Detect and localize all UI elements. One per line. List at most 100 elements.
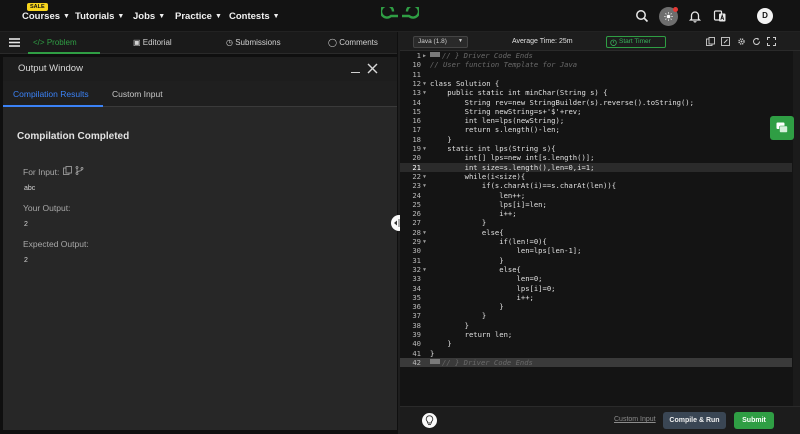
- line-number: 13: [412, 88, 421, 98]
- code-line[interactable]: 23 ▼ if(s.charAt(i)==s.charAt(len)){: [400, 181, 792, 190]
- code-line[interactable]: 26 i++;: [400, 209, 792, 218]
- line-number: 24: [412, 190, 421, 200]
- tab-problem[interactable]: </> Problem: [33, 38, 77, 47]
- code-line[interactable]: 39 return len;: [400, 330, 792, 339]
- code-line[interactable]: 30 len=lps[len-1];: [400, 246, 792, 255]
- line-number: 26: [412, 209, 421, 219]
- reset-icon[interactable]: [752, 37, 761, 46]
- nav-contests-label: Contests: [229, 11, 270, 22]
- line-number: 34: [412, 283, 421, 293]
- code-line[interactable]: 40 }: [400, 339, 792, 348]
- code-editor-panel: Java (1.8) ▼ Average Time: 25m Start Tim…: [400, 32, 800, 434]
- theme-toggle-button[interactable]: [659, 7, 678, 26]
- top-navbar: SALE Courses ▼ Tutorials ▼ Jobs ▼ Practice ▼…: [0, 0, 800, 32]
- line-number: 35: [412, 292, 421, 302]
- code-text: return len;: [430, 330, 513, 339]
- start-timer-button[interactable]: Start Timer: [606, 36, 666, 48]
- clock-icon: ◷: [226, 38, 233, 47]
- fullscreen-icon[interactable]: [767, 37, 776, 46]
- input-value: abc: [24, 185, 36, 192]
- copy-code-icon[interactable]: [706, 37, 715, 46]
- nav-jobs[interactable]: Jobs ▼: [133, 11, 165, 22]
- submit-button[interactable]: Submit: [734, 412, 774, 429]
- chat-icon: [776, 122, 788, 133]
- floating-chat-button[interactable]: [770, 116, 794, 140]
- line-number: 17: [412, 125, 421, 135]
- code-text: String rev=new StringBuilder(s).reverse(…: [430, 97, 694, 107]
- code-line[interactable]: 13 ▼ public static int minChar(String s) …: [400, 88, 792, 97]
- chevron-down-icon: ▼: [117, 13, 125, 20]
- code-line[interactable]: 32 ▼ else{: [400, 265, 792, 274]
- code-line[interactable]: 18 }: [400, 135, 792, 144]
- nav-contests[interactable]: Contests ▼: [229, 11, 280, 22]
- code-line[interactable]: 16 int len=lps(newString);: [400, 116, 792, 125]
- code-line[interactable]: 15 String newString=s+'$'+rev;: [400, 107, 792, 116]
- tab-comments[interactable]: ◯ Comments: [328, 38, 378, 47]
- chevron-down-icon: ▼: [458, 38, 463, 44]
- code-line[interactable]: 19 ▼ static int lps(String s){: [400, 144, 792, 153]
- tab-compilation-results[interactable]: Compilation Results: [13, 89, 89, 99]
- line-number: 29: [412, 237, 421, 246]
- branch-icon[interactable]: [75, 166, 84, 175]
- code-line[interactable]: 20 int[] lps=new int[s.length()];: [400, 153, 792, 162]
- code-text: // } Driver Code Ends: [430, 358, 533, 367]
- code-text: len++;: [430, 190, 526, 200]
- search-icon[interactable]: [635, 9, 649, 23]
- custom-input-link[interactable]: Custom Input: [614, 416, 656, 423]
- code-line[interactable]: 12 ▼ class Solution {: [400, 79, 792, 88]
- code-text: len=0;: [430, 274, 543, 284]
- line-number: 21: [412, 162, 421, 172]
- translate-icon[interactable]: [713, 9, 727, 23]
- nav-tutorials[interactable]: Tutorials ▼: [75, 11, 124, 22]
- tab-submissions[interactable]: ◷ Submissions: [226, 38, 281, 47]
- code-line[interactable]: 33 len=0;: [400, 274, 792, 283]
- code-text: // } Driver Code Ends: [430, 51, 533, 60]
- code-line[interactable]: 34 lps[i]=0;: [400, 284, 792, 293]
- nav-practice[interactable]: Practice ▼: [175, 11, 222, 22]
- code-line[interactable]: 28 ▼ else{: [400, 228, 792, 237]
- code-line[interactable]: 36 }: [400, 302, 792, 311]
- tab-editorial[interactable]: ▣ Editorial: [133, 38, 172, 47]
- compile-run-button[interactable]: Compile & Run: [663, 412, 726, 429]
- code-line[interactable]: 25 lps[i]=len;: [400, 200, 792, 209]
- fold-placeholder-icon: [430, 52, 440, 57]
- line-number: 12: [412, 78, 421, 88]
- copy-icon[interactable]: [63, 166, 72, 175]
- external-window-icon[interactable]: [721, 37, 730, 46]
- minimize-icon[interactable]: [351, 72, 360, 73]
- bell-icon[interactable]: [688, 9, 702, 23]
- code-line[interactable]: 31 }: [400, 256, 792, 265]
- code-line[interactable]: 1 ▶// } Driver Code Ends: [400, 51, 792, 60]
- language-select[interactable]: Java (1.8) ▼: [413, 36, 468, 48]
- code-line[interactable]: 27 }: [400, 218, 792, 227]
- code-line[interactable]: 14 String rev=new StringBuilder(s).rever…: [400, 98, 792, 107]
- user-avatar[interactable]: D: [757, 8, 773, 24]
- close-icon[interactable]: [367, 63, 378, 74]
- hint-button[interactable]: [422, 413, 437, 428]
- geeksforgeeks-logo-icon[interactable]: [381, 7, 419, 25]
- code-line[interactable]: 29 ▼ if(len!=0){: [400, 237, 792, 246]
- hamburger-menu-icon[interactable]: [8, 36, 21, 49]
- chevron-down-icon: ▼: [272, 13, 280, 20]
- code-area[interactable]: 1 ▶// } Driver Code Ends 10 // User functio…: [400, 51, 800, 406]
- code-text: }: [430, 311, 487, 321]
- code-line[interactable]: 41}: [400, 349, 792, 358]
- settings-icon[interactable]: [737, 37, 746, 46]
- code-line[interactable]: 21 int size=s.length(),len=0,i=1;: [400, 162, 792, 172]
- code-line[interactable]: 11: [400, 70, 792, 79]
- code-line[interactable]: 22 ▼ while(i<size){: [400, 172, 792, 181]
- code-line[interactable]: 37 }: [400, 311, 792, 320]
- theme-toggle-icon: [664, 12, 673, 21]
- code-line[interactable]: 24 len++;: [400, 191, 792, 200]
- code-line[interactable]: 10 // User function Template for Java: [400, 60, 792, 69]
- code-line[interactable]: 17 return s.length()-len;: [400, 125, 792, 134]
- nav-jobs-label: Jobs: [133, 11, 156, 22]
- code-line[interactable]: 42 // } Driver Code Ends: [400, 357, 792, 368]
- tab-custom-input[interactable]: Custom Input: [112, 89, 163, 99]
- code-line[interactable]: 38 }: [400, 321, 792, 330]
- nav-courses[interactable]: Courses ▼: [22, 11, 70, 22]
- editor-scrollbar[interactable]: [793, 51, 800, 406]
- code-line[interactable]: 35 i++;: [400, 293, 792, 302]
- line-number: 20: [412, 153, 421, 163]
- output-tabs: Compilation Results Custom Input: [3, 81, 397, 107]
